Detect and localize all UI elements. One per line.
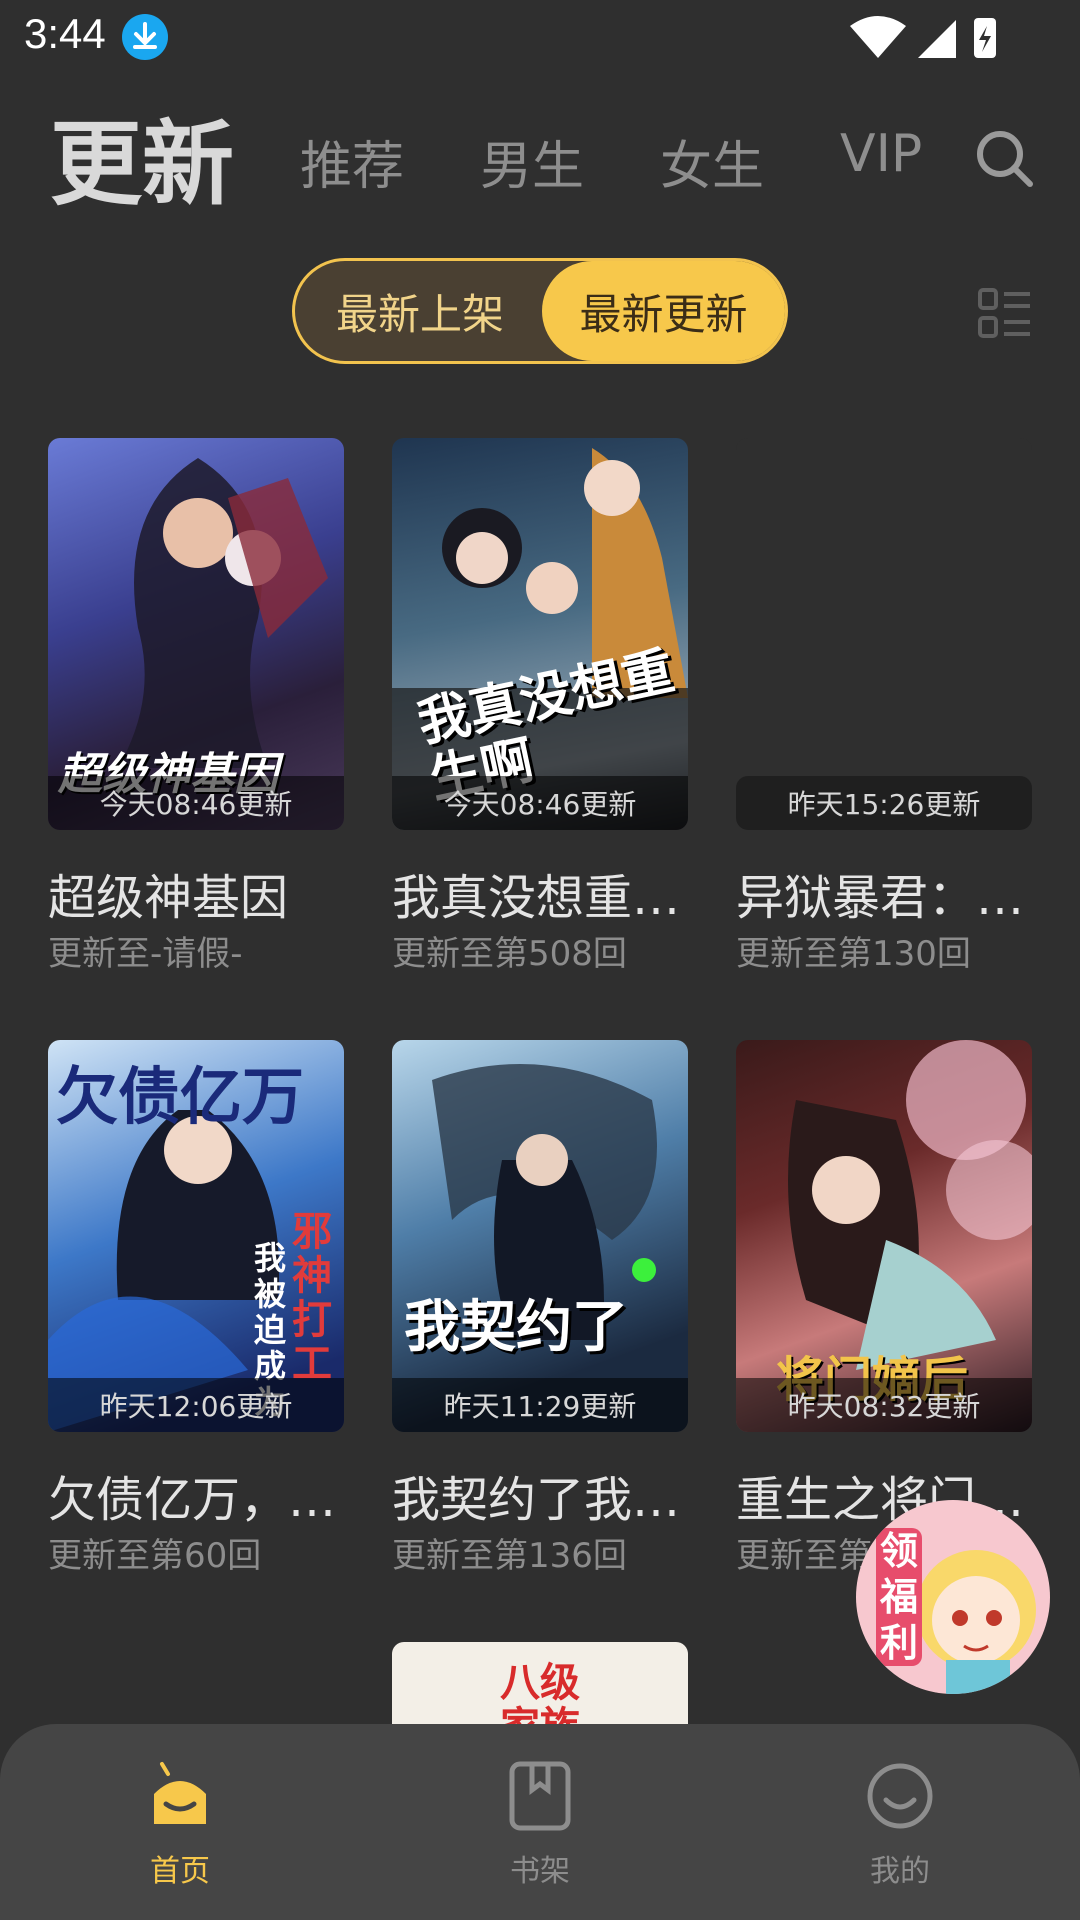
- tab-update[interactable]: 更新: [50, 90, 234, 223]
- list-view-icon[interactable]: [978, 288, 1032, 338]
- comic-cover[interactable]: 将门嫡后 昨天08:32更新: [736, 1040, 1032, 1432]
- sort-segment: 最新上架 最新更新: [292, 258, 788, 364]
- signal-icon: [918, 20, 956, 58]
- comic-cover-partial[interactable]: 八级 家族: [392, 1642, 688, 1728]
- comic-title: 异狱暴君：…: [736, 870, 1025, 926]
- update-time: 今天08:46更新: [392, 776, 688, 830]
- nav-profile[interactable]: 我的: [800, 1724, 1000, 1920]
- comic-progress: 更新至第136回: [392, 1536, 627, 1576]
- cover-title-art: 邪神打工: [292, 1209, 332, 1387]
- comic-progress: 更新至第130回: [736, 934, 971, 974]
- cover-title-art: 我契约了: [404, 1295, 628, 1360]
- nav-bookshelf[interactable]: 书架: [440, 1724, 640, 1920]
- wifi-icon: [850, 16, 906, 58]
- update-time: 昨天15:26更新: [736, 776, 1032, 830]
- system-icons: [848, 12, 1008, 62]
- comic-cover[interactable]: 欠债亿万 邪神打工 我被迫成为 昨天12:06更新: [48, 1040, 344, 1432]
- nav-profile-label: 我的: [870, 1854, 930, 1889]
- update-time: 昨天11:29更新: [392, 1378, 688, 1432]
- update-time: 昨天12:06更新: [48, 1378, 344, 1432]
- comic-title: 我契约了我…: [392, 1472, 681, 1528]
- profile-icon: [864, 1760, 936, 1832]
- tab-male[interactable]: 男生: [480, 124, 584, 199]
- cover-title-art: 家族: [500, 1704, 580, 1728]
- rewards-label: 领福利: [876, 1528, 922, 1666]
- cover-title-art: 欠债亿万: [56, 1060, 305, 1133]
- home-icon: [144, 1760, 216, 1832]
- bottom-nav: 首页 书架 我的: [0, 1724, 1080, 1920]
- comic-cover[interactable]: 我契约了 昨天11:29更新: [392, 1040, 688, 1432]
- tab-recommend[interactable]: 推荐: [300, 124, 404, 199]
- comic-title: 我真没想重…: [392, 870, 681, 926]
- segment-newest-listed[interactable]: 最新上架: [295, 261, 545, 361]
- tab-female[interactable]: 女生: [660, 124, 764, 199]
- update-time: 今天08:46更新: [48, 776, 344, 830]
- cover-illustration: [432, 1064, 657, 1340]
- status-bar: 3:44: [0, 0, 1080, 72]
- nav-bookshelf-label: 书架: [510, 1854, 570, 1889]
- comic-cover[interactable]: 我真没想重生啊 今天08:46更新: [392, 438, 688, 830]
- status-time: 3:44: [24, 10, 106, 57]
- search-icon[interactable]: [974, 128, 1034, 188]
- comic-cover[interactable]: 昨天15:26更新: [736, 438, 1032, 830]
- comic-progress: 更新至-请假-: [48, 934, 243, 974]
- nav-home-label: 首页: [150, 1854, 210, 1889]
- comic-progress: 更新至第60回: [48, 1536, 262, 1576]
- download-icon: [122, 14, 168, 60]
- bookshelf-icon: [504, 1760, 576, 1832]
- segment-newest-updated[interactable]: 最新更新: [542, 261, 785, 361]
- update-time: 昨天08:32更新: [736, 1378, 1032, 1432]
- comic-cover[interactable]: 超级神基因 今天08:46更新: [48, 438, 344, 830]
- rewards-floating-button[interactable]: 领福利: [856, 1500, 1050, 1694]
- comic-progress: 更新至第508回: [392, 934, 627, 974]
- comic-title: 超级神基因: [48, 870, 289, 926]
- nav-home[interactable]: 首页: [80, 1724, 280, 1920]
- tab-vip[interactable]: VIP: [840, 124, 922, 184]
- comic-title: 欠债亿万，…: [48, 1472, 337, 1528]
- top-tabs: 更新 推荐 男生 女生 VIP: [0, 90, 1080, 218]
